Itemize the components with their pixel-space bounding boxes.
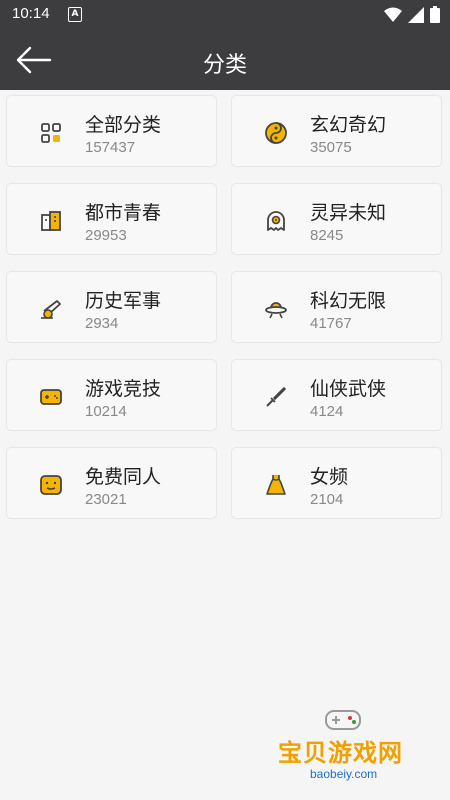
category-name: 游戏竞技 [85, 378, 162, 400]
category-count: 41767 [310, 315, 352, 332]
gamepad-icon [40, 389, 62, 405]
category-count: 2104 [310, 491, 344, 508]
category-name: 都市青春 [85, 202, 162, 224]
cannon-icon [41, 300, 61, 319]
gamepad-logo-icon [325, 710, 361, 730]
category-card-urban[interactable]: 都市青春 29953 [6, 183, 217, 255]
category-count: 157437 [85, 139, 136, 156]
notification-icon: A [68, 7, 82, 22]
city-building-icon [41, 211, 61, 231]
page-title: 分类 [202, 53, 247, 78]
category-name: 灵异未知 [310, 202, 387, 224]
status-time: 10:14 [12, 5, 50, 22]
category-card-history[interactable]: 历史军事 2934 [6, 271, 217, 343]
category-name: 女频 [310, 466, 349, 488]
ufo-icon [265, 302, 287, 319]
category-card-gaming[interactable]: 游戏竞技 10214 [6, 359, 217, 431]
watermark-text: 宝贝游戏网 [278, 739, 403, 767]
category-count: 29953 [85, 227, 127, 244]
category-name: 历史军事 [85, 290, 162, 312]
category-card-all[interactable]: 全部分类 157437 [6, 95, 217, 167]
category-count: 2934 [85, 315, 119, 332]
grid-icon [41, 123, 61, 143]
yin-yang-icon [265, 122, 287, 144]
category-card-supernatural[interactable]: 灵异未知 8245 [231, 183, 442, 255]
watermark-url: baobeiy.com [310, 767, 378, 781]
category-count: 4124 [310, 403, 344, 420]
category-count: 35075 [310, 139, 352, 156]
wifi-icon [384, 7, 402, 22]
category-card-female[interactable]: 女频 2104 [231, 447, 442, 519]
category-count: 10214 [85, 403, 127, 420]
smiley-face-icon [40, 475, 62, 495]
category-name: 玄幻奇幻 [310, 114, 387, 136]
battery-icon [430, 6, 440, 23]
category-count: 23021 [85, 491, 127, 508]
category-card-fanfic[interactable]: 免费同人 23021 [6, 447, 217, 519]
status-bar: 10:14 A [0, 0, 450, 30]
ghost-icon [267, 211, 285, 231]
category-count: 8245 [310, 227, 344, 244]
dress-icon [266, 475, 286, 495]
toolbar: 分类 [0, 30, 450, 90]
sword-icon [266, 387, 286, 407]
system-icons [384, 6, 440, 23]
category-name: 仙侠武侠 [310, 378, 387, 400]
category-card-xianxia[interactable]: 仙侠武侠 4124 [231, 359, 442, 431]
signal-icon [408, 6, 424, 23]
category-name: 科幻无限 [310, 290, 387, 312]
category-card-fantasy[interactable]: 玄幻奇幻 35075 [231, 95, 442, 167]
category-name: 免费同人 [85, 466, 162, 488]
category-name: 全部分类 [85, 114, 162, 136]
watermark: 宝贝游戏网 baobeiy.com [272, 705, 422, 785]
category-card-scifi[interactable]: 科幻无限 41767 [231, 271, 442, 343]
